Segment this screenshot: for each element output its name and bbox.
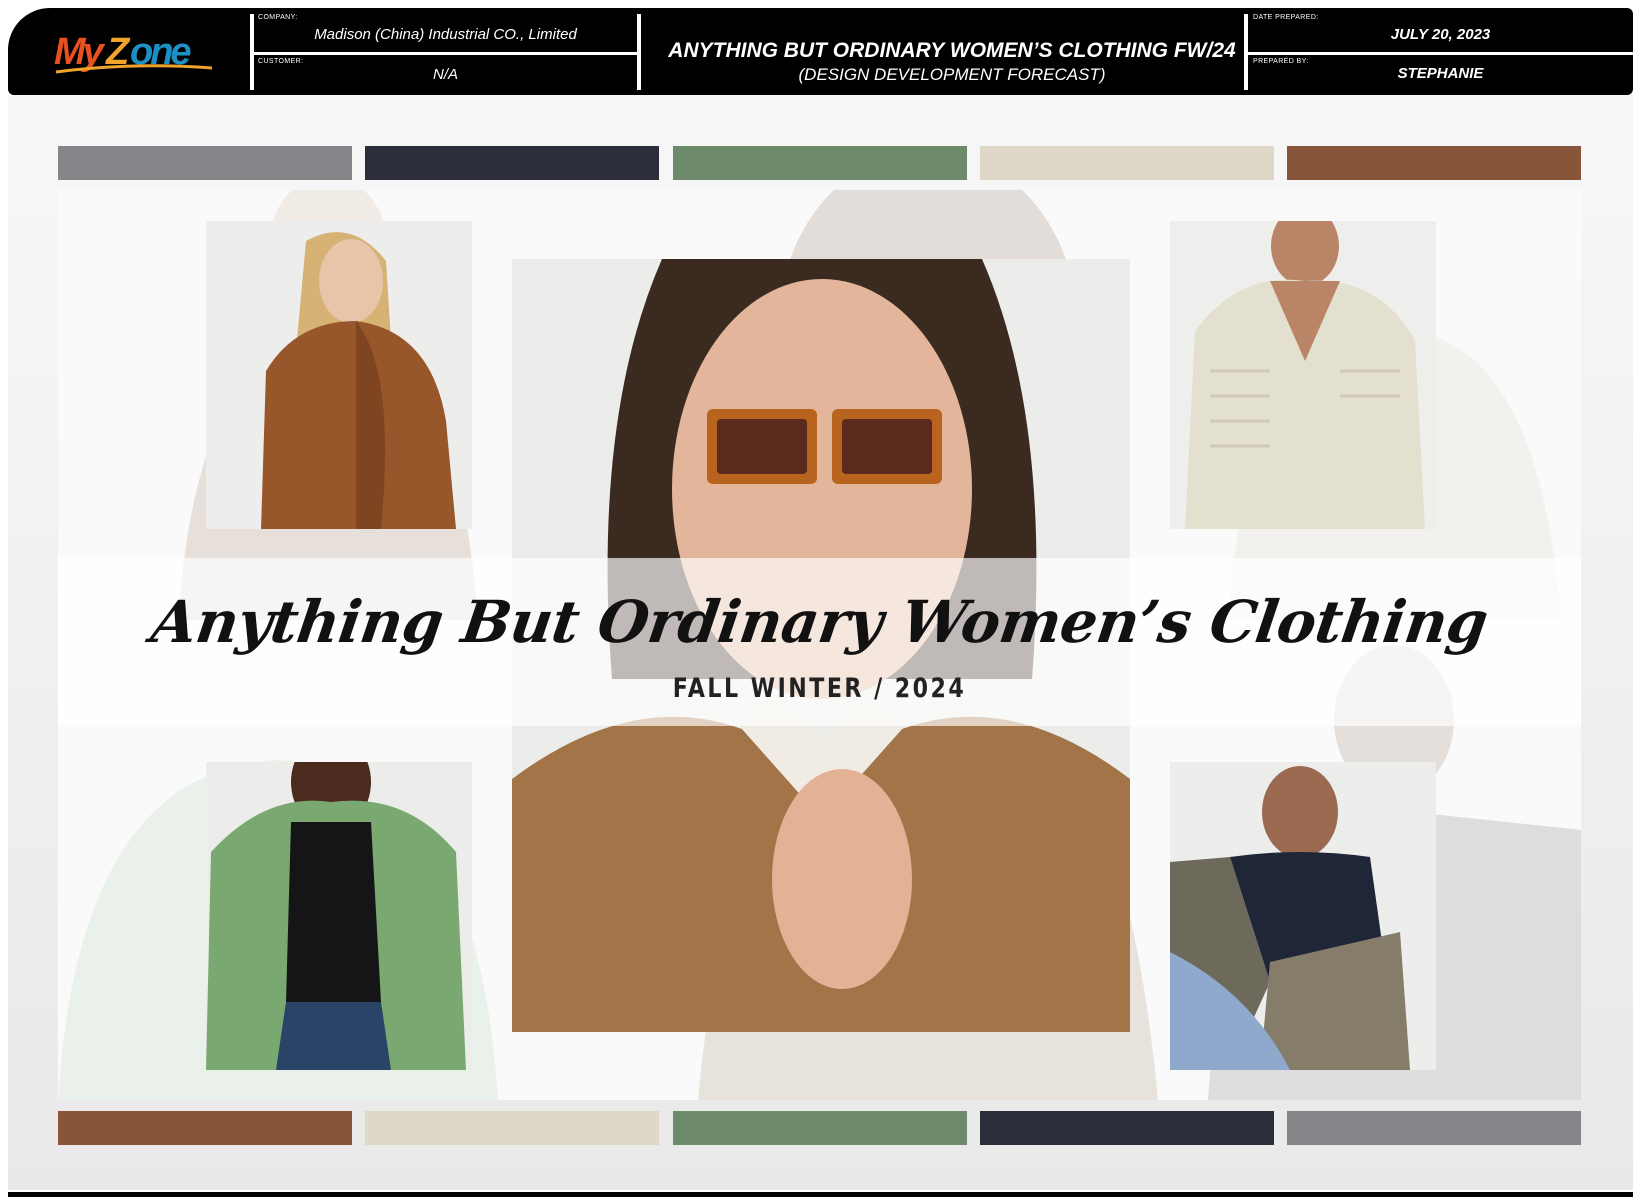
model-photo-icon [206, 762, 472, 1070]
document-header: My Z one COMPANY: Madison (China) Indust… [8, 8, 1633, 95]
document-subtitle: (DESIGN DEVELOPMENT FORECAST) [798, 65, 1106, 84]
color-swatch [673, 1111, 967, 1145]
company-value: Madison (China) Industrial CO., Limited [314, 26, 577, 43]
model-photo-icon [1170, 762, 1436, 1070]
customer-value: N/A [432, 66, 458, 83]
green-hoodie-cardigan-photo [206, 762, 472, 1070]
prepared-by-value: STEPHANIE [1397, 65, 1484, 82]
board-title: Anything But Ordinary Women’s Clothing [147, 588, 1492, 656]
prepared-by-label: PREPARED BY: [1253, 58, 1309, 65]
color-swatch [365, 146, 659, 180]
footer-rule [8, 1192, 1633, 1197]
model-photo-icon [206, 221, 472, 529]
date-label: DATE PREPARED: [1253, 14, 1319, 21]
color-swatch [1287, 1111, 1581, 1145]
header-divider [1248, 52, 1633, 55]
date-value: JULY 20, 2023 [1390, 26, 1491, 43]
company-label: COMPANY: [258, 14, 298, 21]
season-label: FALL WINTER / 2024 [672, 673, 967, 704]
header-divider [254, 52, 637, 55]
document-title: ANYTHING BUT ORDINARY WOMEN’S CLOTHING F… [668, 39, 1236, 62]
color-swatch [365, 1111, 659, 1145]
header-divider [637, 14, 641, 90]
color-swatch [58, 146, 352, 180]
myzone-logo: My Z one [54, 26, 214, 78]
color-swatch [673, 146, 967, 180]
color-swatch [58, 1111, 352, 1145]
color-swatch [980, 1111, 1274, 1145]
customer-label: CUSTOMER: [258, 58, 304, 65]
color-swatch [1287, 146, 1581, 180]
model-photo-icon [1170, 221, 1436, 529]
cream-ribbed-sweater-photo [1170, 221, 1436, 529]
brown-bomber-jacket-photo [206, 221, 472, 529]
color-swatch [980, 146, 1274, 180]
colorblock-sweater-photo [1170, 762, 1436, 1070]
